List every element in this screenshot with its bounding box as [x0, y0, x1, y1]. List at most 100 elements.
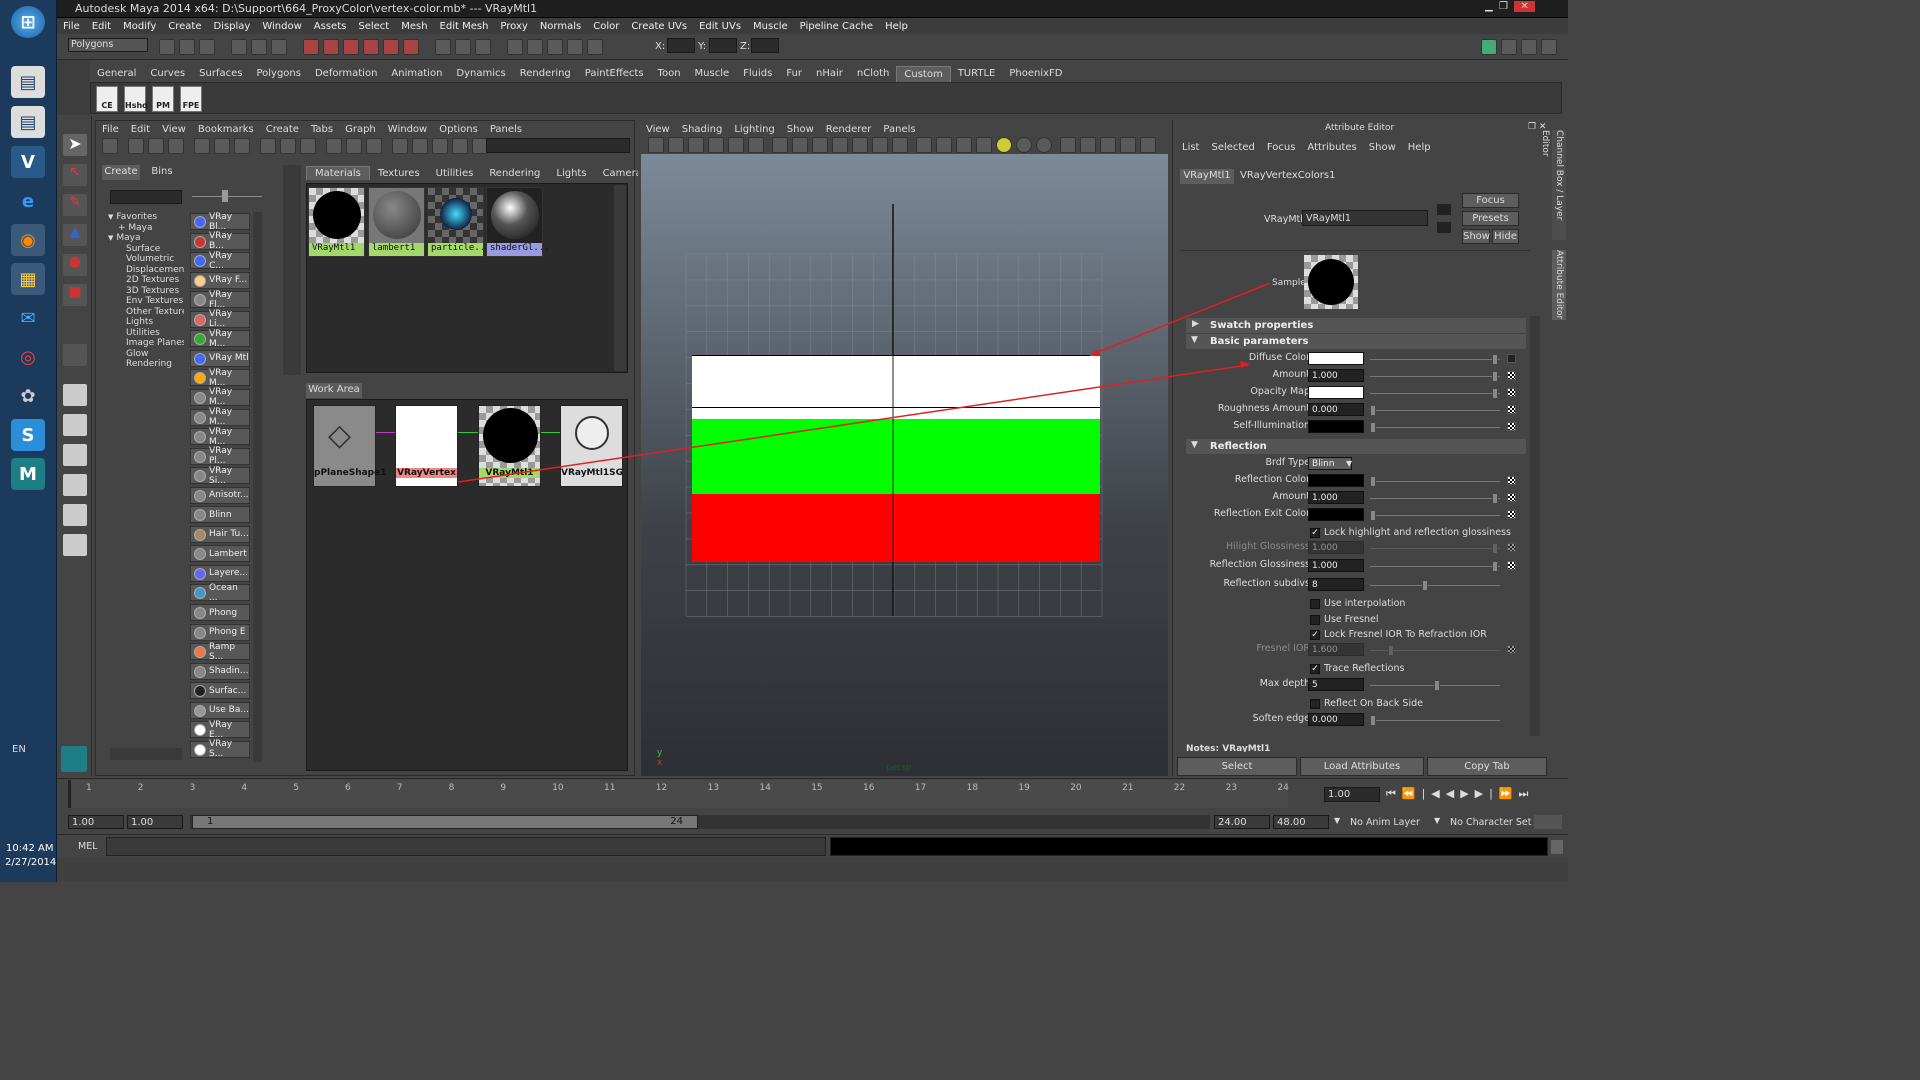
window-icon[interactable]: ▤	[11, 106, 45, 138]
tree-item[interactable]: Volumetric	[108, 254, 184, 265]
vp-menu-renderer[interactable]: Renderer	[820, 124, 878, 135]
create-node-item[interactable]: VRay M...	[190, 387, 250, 407]
ie-icon[interactable]: e	[11, 185, 45, 217]
hs-menu-graph[interactable]: Graph	[339, 124, 382, 135]
hs-tab-materials[interactable]: Materials	[306, 166, 370, 180]
vp-menu-panels[interactable]: Panels	[877, 124, 921, 135]
menu-help[interactable]: Help	[879, 21, 914, 32]
create-node-item[interactable]: Ramp S...	[190, 642, 250, 662]
language-indicator[interactable]: EN	[12, 744, 26, 755]
use-fresnel-checkbox[interactable]	[1310, 615, 1320, 625]
tree-item[interactable]: Lights	[108, 317, 184, 328]
output-connection-icon[interactable]	[1437, 222, 1451, 233]
shelf-tab-dynamics[interactable]: Dynamics	[449, 66, 512, 81]
tree-item[interactable]: 3D Textures	[108, 286, 184, 297]
shelf-button-fpe[interactable]: FPE	[180, 86, 202, 112]
menu-create-uvs[interactable]: Create UVs	[625, 21, 693, 32]
tab-create[interactable]: Create	[102, 165, 140, 180]
start-button-icon[interactable]: ⊞	[11, 6, 45, 38]
create-node-item[interactable]: Use Ba...	[190, 701, 250, 719]
node-vraymtl1[interactable]: VRayMtl1	[478, 405, 541, 487]
playback-controls[interactable]: ⏮⏪|◀◀▶▶|⏩⏭	[1386, 787, 1534, 801]
chrome-icon[interactable]: ◎	[11, 341, 45, 373]
create-node-item[interactable]: Hair Tu...	[190, 525, 250, 543]
create-node-item[interactable]: VRay Li...	[190, 309, 250, 329]
hs-menu-bookmarks[interactable]: Bookmarks	[192, 124, 260, 135]
playback-end-field[interactable]: 24.00	[1214, 815, 1270, 829]
tree-item[interactable]: Env Textures	[108, 296, 184, 307]
tree-expand-icon[interactable]: ▼	[108, 213, 113, 221]
shelf-tab-painteffects[interactable]: PaintEffects	[578, 66, 651, 81]
folder-icon[interactable]: ▦	[11, 263, 45, 295]
vp-menu-lighting[interactable]: Lighting	[728, 124, 780, 135]
tree-item[interactable]: Utilities	[108, 328, 184, 339]
create-node-item[interactable]: VRay B...	[190, 231, 250, 251]
menu-assets[interactable]: Assets	[308, 21, 353, 32]
select-tool-icon[interactable]: ➤	[63, 134, 87, 156]
node-pplaneshape1[interactable]: ◇ pPlaneShape1	[313, 405, 386, 487]
create-node-item[interactable]: Phong	[190, 604, 250, 621]
maya-taskbar-icon[interactable]: M	[11, 458, 45, 490]
range-slider-handle[interactable]: 1 24	[192, 815, 698, 829]
vp-menu-show[interactable]: Show	[781, 124, 820, 135]
status-icons[interactable]	[157, 39, 605, 58]
clock-time[interactable]: 10:42 AM	[6, 843, 53, 854]
tree-item[interactable]: + Maya	[108, 223, 184, 234]
menu-pipeline-cache[interactable]: Pipeline Cache	[794, 21, 879, 32]
char-set-dropdown-icon[interactable]: ▼	[1434, 816, 1440, 825]
shelf-tab-polygons[interactable]: Polygons	[249, 66, 308, 81]
select-button[interactable]: Select	[1177, 757, 1297, 776]
tree-item[interactable]: Other Textures	[108, 307, 184, 318]
shelf-tab-rendering[interactable]: Rendering	[513, 66, 578, 81]
app-icon[interactable]: ✿	[11, 380, 45, 412]
map-button-icon[interactable]	[1507, 388, 1516, 397]
anim-layer-dropdown-icon[interactable]: ▼	[1334, 816, 1340, 825]
create-node-item[interactable]: VRay Bl...	[190, 212, 250, 232]
ae-tab-vraymtl1[interactable]: VRayMtl1	[1180, 169, 1234, 184]
lock-highlight-checkbox[interactable]: ✓	[1310, 528, 1320, 538]
ae-menu-attributes[interactable]: Attributes	[1301, 142, 1362, 153]
shelf-handle[interactable]	[57, 60, 90, 115]
max-depth-field[interactable]: 5	[1308, 678, 1364, 691]
shelf-tab-toon[interactable]: Toon	[651, 66, 688, 81]
anim-layer-dropdown[interactable]: No Anim Layer	[1350, 817, 1420, 828]
hypershade-toolbar[interactable]	[100, 138, 630, 158]
range-end-field[interactable]: 48.00	[1273, 815, 1329, 829]
create-node-item[interactable]: VRay C...	[190, 251, 250, 271]
create-node-item[interactable]: Shadin...	[190, 662, 250, 680]
hs-menu-edit[interactable]: Edit	[125, 124, 156, 135]
rotate-tool-icon[interactable]: ●	[63, 254, 87, 276]
current-frame-marker[interactable]	[68, 780, 71, 808]
ae-name-field[interactable]: VRayMtl1	[1302, 210, 1428, 226]
tree-item[interactable]: Glow	[108, 349, 184, 360]
hypershade-side-icons[interactable]	[283, 165, 301, 375]
shelf-button-ce[interactable]: CE	[96, 86, 118, 112]
sample-swatch[interactable]	[1304, 255, 1358, 309]
explorer-window-icon[interactable]: ▤	[11, 66, 45, 98]
subdivs-field[interactable]: 8	[1308, 578, 1364, 591]
lasso-tool-icon[interactable]: ↖	[63, 164, 87, 186]
hs-menu-view[interactable]: View	[156, 124, 192, 135]
ae-menu-show[interactable]: Show	[1363, 142, 1402, 153]
map-button-icon[interactable]	[1507, 493, 1516, 502]
tree-item[interactable]: Image Planes	[108, 338, 184, 349]
tree-item[interactable]: Rendering	[108, 359, 184, 370]
viewport-3d[interactable]: persp y x	[641, 154, 1168, 776]
shelf-tab-phoenixfd[interactable]: PhoenixFD	[1002, 66, 1069, 81]
shelf-tab-fur[interactable]: Fur	[779, 66, 809, 81]
shelf-tab-fluids[interactable]: Fluids	[736, 66, 779, 81]
hs-menu-options[interactable]: Options	[433, 124, 484, 135]
exit-color-swatch[interactable]	[1308, 508, 1364, 521]
hs-tab-rendering[interactable]: Rendering	[481, 167, 548, 180]
show-button[interactable]: Show	[1462, 229, 1490, 244]
tree-item[interactable]: ▼ Maya	[108, 233, 184, 244]
layout-hypershade-icon[interactable]	[63, 534, 87, 556]
basic-parameters-section[interactable]: Basic parameters	[1186, 334, 1526, 349]
hs-tab-lights[interactable]: Lights	[548, 167, 594, 180]
attribute-editor-tab[interactable]: Attribute Editor	[1552, 250, 1566, 320]
shelf-tab-deformation[interactable]: Deformation	[308, 66, 384, 81]
ae-menu-list[interactable]: List	[1176, 142, 1205, 153]
shelf-tab-muscle[interactable]: Muscle	[688, 66, 737, 81]
ae-menu-selected[interactable]: Selected	[1205, 142, 1260, 153]
swatch-lambert1[interactable]: lambert1	[368, 187, 425, 257]
